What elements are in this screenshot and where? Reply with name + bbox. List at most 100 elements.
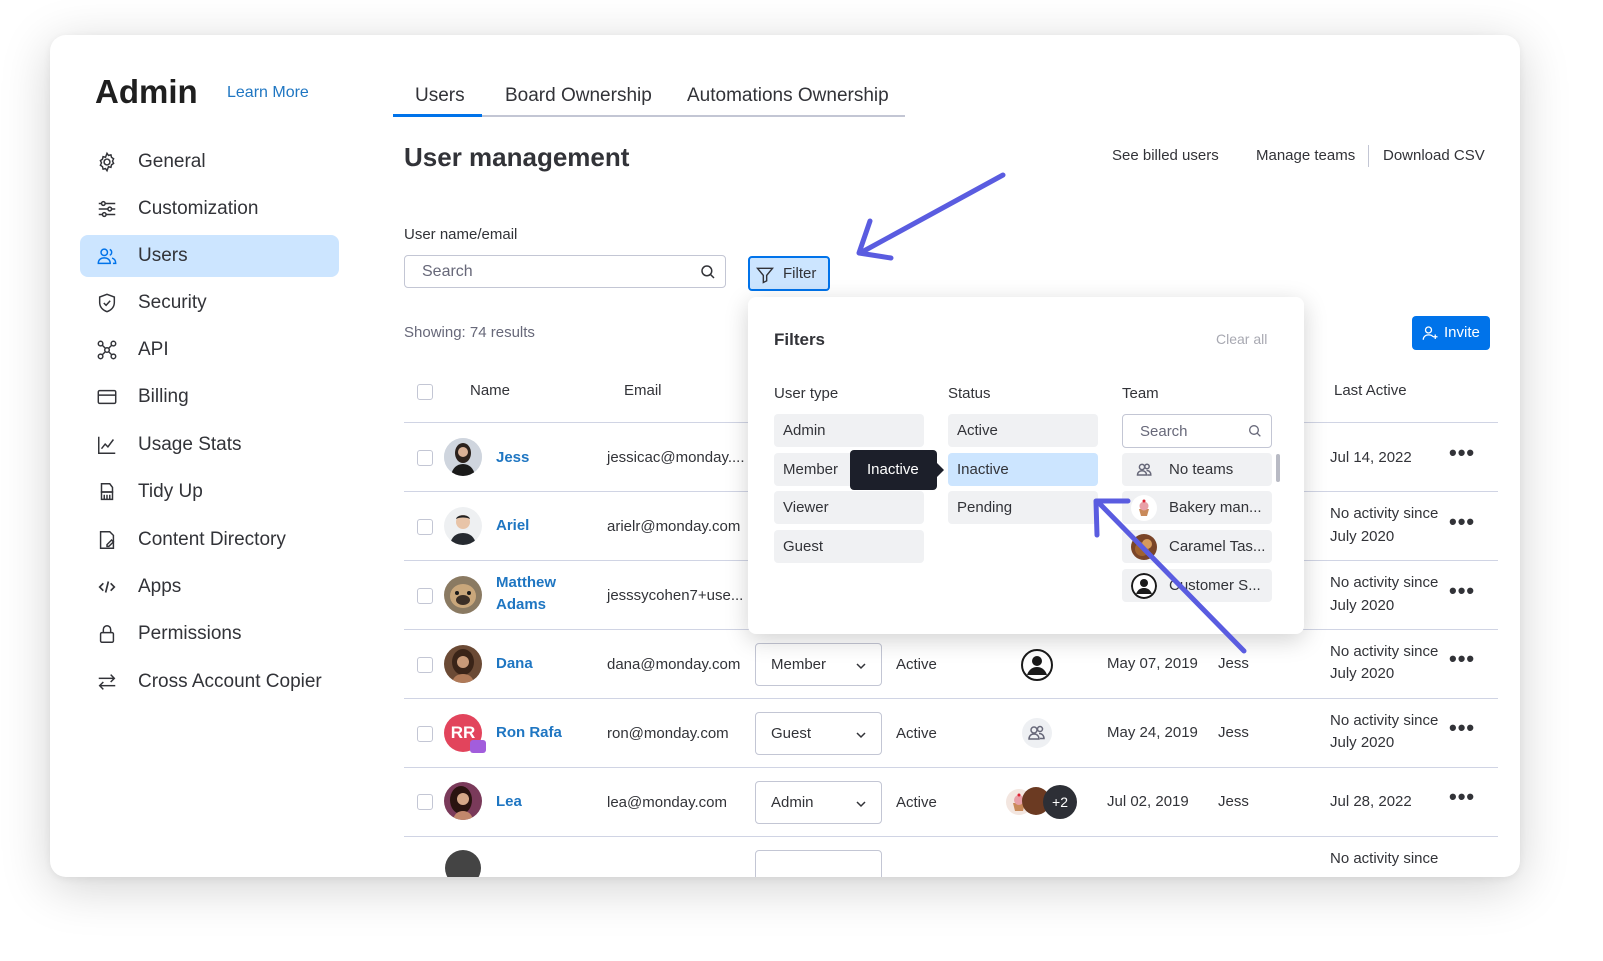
sidebar-item-billing[interactable]: Billing bbox=[80, 376, 339, 418]
user-name-first[interactable]: Matthew bbox=[496, 572, 556, 594]
sidebar-item-label: Content Directory bbox=[138, 529, 286, 550]
filter-team-no-teams[interactable]: No teams bbox=[1122, 453, 1272, 486]
sidebar-item-api[interactable]: API bbox=[80, 329, 339, 371]
avatar[interactable] bbox=[444, 782, 482, 820]
user-name-last[interactable]: Adams bbox=[496, 594, 546, 616]
row-checkbox[interactable] bbox=[417, 726, 433, 742]
sidebar-item-tidy-up[interactable]: Tidy Up bbox=[80, 471, 339, 513]
user-name[interactable]: Dana bbox=[496, 653, 533, 675]
lock-icon bbox=[96, 623, 118, 645]
user-type-select[interactable] bbox=[755, 850, 882, 877]
sidebar-item-cross-account-copier[interactable]: Cross Account Copier bbox=[80, 661, 339, 703]
users-icon bbox=[96, 245, 118, 267]
user-type-value: Admin bbox=[771, 794, 814, 811]
filter-option-admin[interactable]: Admin bbox=[774, 414, 924, 447]
user-type-select[interactable]: Member bbox=[755, 643, 882, 686]
search-icon[interactable] bbox=[699, 263, 717, 281]
sidebar-item-users[interactable]: Users bbox=[80, 235, 339, 277]
filter-button[interactable]: Filter bbox=[748, 256, 830, 291]
user-name[interactable]: Lea bbox=[496, 791, 522, 813]
sidebar-item-apps[interactable]: Apps bbox=[80, 566, 339, 608]
last-active-line1: No activity since bbox=[1330, 712, 1439, 729]
row-more-button[interactable]: ••• bbox=[1449, 440, 1475, 466]
chevron-down-icon bbox=[855, 728, 867, 740]
row-more-button[interactable]: ••• bbox=[1449, 646, 1475, 672]
filter-option-active[interactable]: Active bbox=[948, 414, 1098, 447]
sidebar-item-label: Users bbox=[138, 245, 188, 266]
avatar[interactable] bbox=[444, 576, 482, 614]
column-header-name[interactable]: Name bbox=[470, 382, 510, 399]
last-active-line2: July 2020 bbox=[1330, 734, 1395, 751]
sidebar-item-customization[interactable]: Customization bbox=[80, 188, 339, 230]
user-name[interactable]: Ariel bbox=[496, 515, 529, 537]
avatar[interactable] bbox=[444, 645, 482, 683]
sidebar-item-label: Tidy Up bbox=[138, 481, 203, 502]
row-checkbox[interactable] bbox=[417, 450, 433, 466]
team-avatar-icon bbox=[1021, 649, 1053, 681]
team-search-input[interactable] bbox=[1123, 415, 1243, 447]
sidebar-item-content-directory[interactable]: Content Directory bbox=[80, 519, 339, 561]
user-type-value: Member bbox=[771, 656, 827, 673]
avatar[interactable] bbox=[444, 507, 482, 545]
download-csv-link[interactable]: Download CSV bbox=[1383, 147, 1485, 164]
team-search-box bbox=[1122, 414, 1272, 448]
sidebar-item-permissions[interactable]: Permissions bbox=[80, 613, 339, 655]
user-email: ron@monday.com bbox=[607, 725, 729, 742]
see-billed-users-link[interactable]: See billed users bbox=[1112, 147, 1219, 164]
tab-users[interactable]: Users bbox=[415, 85, 465, 107]
admin-window: Admin Learn More General Customization U… bbox=[50, 35, 1520, 877]
more-teams-badge[interactable]: +2 bbox=[1043, 785, 1077, 819]
tooltip-arrow bbox=[937, 463, 944, 477]
row-divider bbox=[404, 767, 1498, 768]
filter-panel-title: Filters bbox=[774, 330, 826, 349]
invited-by: Jess bbox=[1218, 793, 1249, 810]
sidebar-item-usage-stats[interactable]: Usage Stats bbox=[80, 424, 339, 466]
user-email: jessicac@monday.... bbox=[607, 449, 745, 466]
team-list-scrollbar[interactable] bbox=[1276, 454, 1280, 482]
row-checkbox[interactable] bbox=[417, 588, 433, 604]
filter-option-inactive[interactable]: Inactive bbox=[948, 453, 1098, 486]
filter-option-viewer[interactable]: Viewer bbox=[774, 491, 924, 524]
row-divider bbox=[404, 698, 1498, 699]
option-label: Inactive bbox=[957, 461, 1009, 478]
option-label: Guest bbox=[783, 538, 824, 555]
user-name[interactable]: Jess bbox=[496, 447, 529, 469]
filter-option-pending[interactable]: Pending bbox=[948, 491, 1098, 524]
user-type-select[interactable]: Guest bbox=[755, 712, 882, 755]
row-more-button[interactable]: ••• bbox=[1449, 509, 1475, 535]
filter-team-caramel[interactable]: Caramel Tas... bbox=[1122, 530, 1272, 563]
sidebar-item-security[interactable]: Security bbox=[80, 282, 339, 324]
row-more-button[interactable]: ••• bbox=[1449, 715, 1475, 741]
user-email: lea@monday.com bbox=[607, 794, 727, 811]
option-label: Pending bbox=[957, 499, 1013, 516]
caramel-icon bbox=[1131, 534, 1157, 560]
avatar[interactable] bbox=[444, 438, 482, 476]
clear-all-button[interactable]: Clear all bbox=[1216, 331, 1267, 347]
row-more-button[interactable]: ••• bbox=[1449, 784, 1475, 810]
column-header-email[interactable]: Email bbox=[624, 382, 662, 399]
sidebar-item-general[interactable]: General bbox=[80, 141, 339, 183]
row-more-button[interactable]: ••• bbox=[1449, 578, 1475, 604]
user-search-input[interactable] bbox=[405, 256, 695, 287]
user-type-select[interactable]: Admin bbox=[755, 781, 882, 824]
filter-team-bakery[interactable]: Bakery man... bbox=[1122, 491, 1272, 524]
filter-team-customer[interactable]: Customer S... bbox=[1122, 569, 1272, 602]
row-checkbox[interactable] bbox=[417, 519, 433, 535]
gear-icon bbox=[96, 151, 118, 173]
filter-option-guest[interactable]: Guest bbox=[774, 530, 924, 563]
broom-icon bbox=[96, 481, 118, 503]
row-checkbox[interactable] bbox=[417, 657, 433, 673]
active-tab-indicator bbox=[393, 114, 482, 117]
tab-board-ownership[interactable]: Board Ownership bbox=[505, 85, 652, 107]
invite-button[interactable]: Invite bbox=[1412, 316, 1490, 350]
manage-teams-link[interactable]: Manage teams bbox=[1256, 147, 1355, 164]
tab-automations-ownership[interactable]: Automations Ownership bbox=[687, 85, 889, 107]
user-name[interactable]: Ron Rafa bbox=[496, 722, 562, 744]
avatar[interactable] bbox=[445, 850, 481, 877]
select-all-checkbox[interactable] bbox=[417, 384, 433, 400]
sidebar-item-label: Cross Account Copier bbox=[138, 671, 322, 692]
row-checkbox[interactable] bbox=[417, 794, 433, 810]
learn-more-link[interactable]: Learn More bbox=[227, 84, 309, 102]
cupcake-icon bbox=[1131, 495, 1157, 521]
column-header-last-active[interactable]: Last Active bbox=[1334, 382, 1407, 399]
